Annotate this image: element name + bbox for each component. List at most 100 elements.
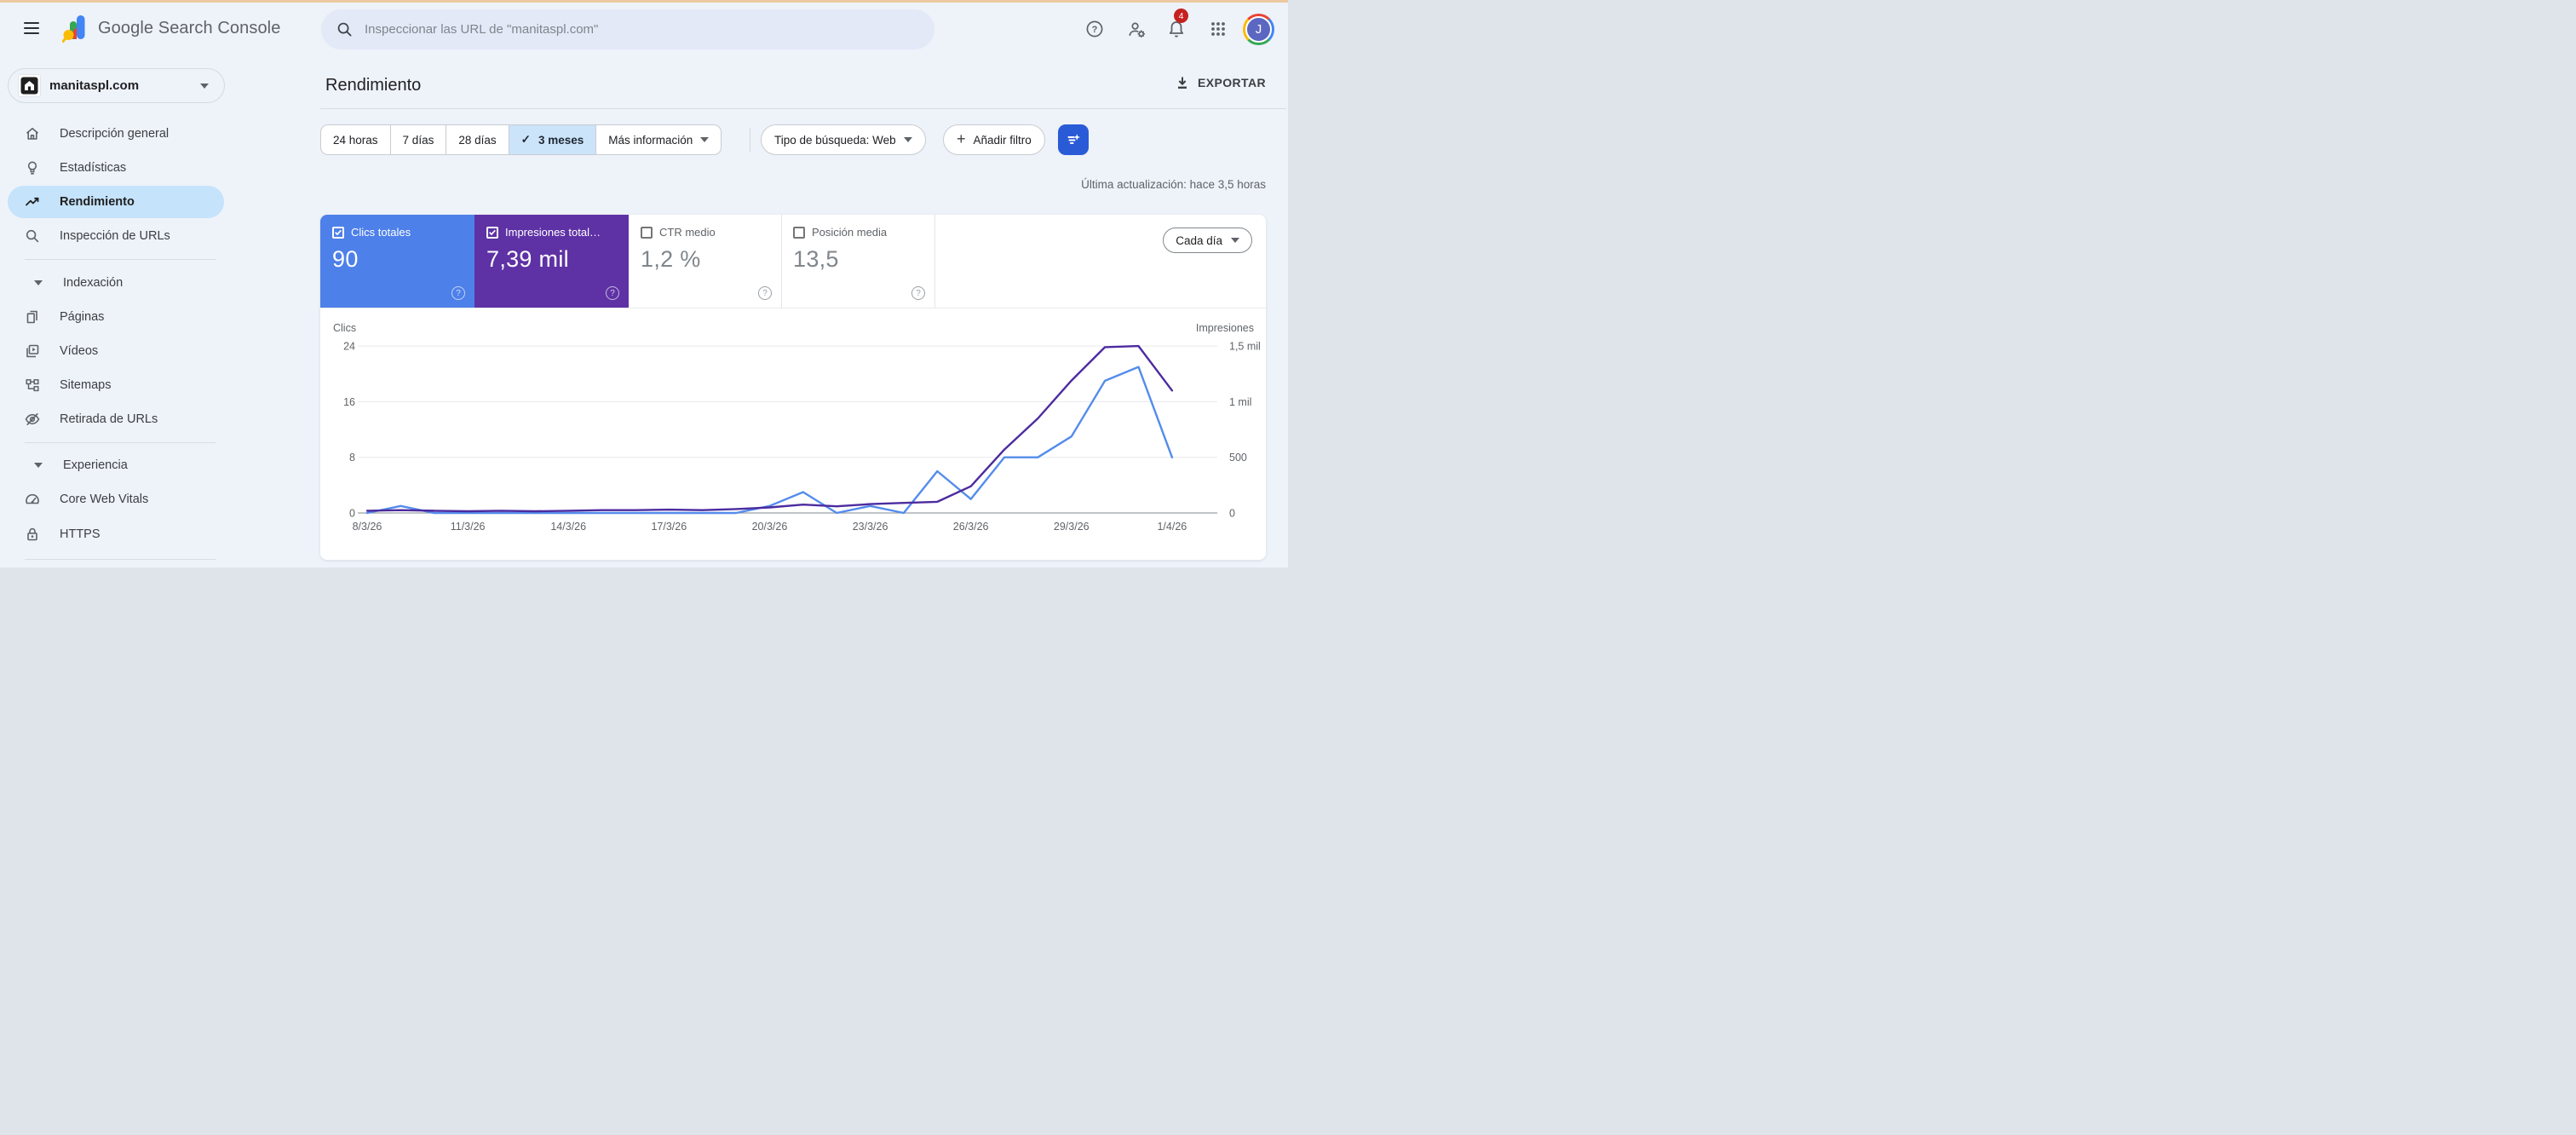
date-filter-24h[interactable]: 24 horas <box>321 125 390 154</box>
user-settings-button[interactable] <box>1119 12 1153 46</box>
svg-text:17/3/26: 17/3/26 <box>651 521 687 533</box>
date-filter-28d[interactable]: 28 días <box>446 125 508 154</box>
svg-text:29/3/26: 29/3/26 <box>1054 521 1090 533</box>
video-library-icon <box>26 344 39 358</box>
search-input[interactable] <box>365 22 893 37</box>
svg-text:1/4/26: 1/4/26 <box>1157 521 1187 533</box>
eye-off-icon <box>25 413 40 425</box>
metric-checkbox-unchecked[interactable] <box>793 226 805 239</box>
metric-divider <box>934 215 935 308</box>
metric-value: 13,5 <box>793 246 839 272</box>
speedometer-icon <box>26 493 39 504</box>
sidebar-item-sitemaps[interactable]: Sitemaps <box>8 369 224 401</box>
search-icon <box>337 22 352 37</box>
search-type-label: Tipo de búsqueda: Web <box>774 133 896 147</box>
granularity-dropdown[interactable]: Cada día <box>1163 228 1252 253</box>
performance-line-chart: 0 0 8 500 16 1 mil 24 1,5 mil 8/3/26 11/3/26 14/3/… <box>333 322 1261 533</box>
sidebar-item-removals[interactable]: Retirada de URLs <box>8 403 224 435</box>
sidebar-item-core-web-vitals[interactable]: Core Web Vitals <box>8 483 224 516</box>
window-top-strip <box>0 0 1288 3</box>
metric-checkbox-unchecked[interactable] <box>641 226 653 239</box>
help-button[interactable]: ? <box>1078 12 1112 46</box>
filter-tune-button[interactable] <box>1058 124 1089 155</box>
apps-grid-icon <box>1211 22 1225 36</box>
sidebar-item-videos[interactable]: Vídeos <box>8 335 224 367</box>
help-icon[interactable]: ? <box>451 286 465 300</box>
property-name: manitaspl.com <box>49 78 140 93</box>
sidebar-item-https[interactable]: HTTPS <box>8 518 224 550</box>
trending-up-icon <box>26 197 39 206</box>
sidebar-item-label: Retirada de URLs <box>60 412 158 426</box>
sidebar-divider <box>25 442 216 443</box>
property-selector[interactable]: manitaspl.com <box>8 68 225 103</box>
metric-value: 1,2 % <box>641 246 701 272</box>
sidebar-section-experience[interactable]: Experiencia <box>8 451 224 480</box>
svg-text:16: 16 <box>343 396 355 408</box>
search-type-filter[interactable]: Tipo de búsqueda: Web <box>761 124 926 155</box>
sidebar-divider <box>25 559 216 560</box>
sidebar-item-label: Estadísticas <box>60 161 127 175</box>
home-icon <box>26 128 39 140</box>
menu-icon[interactable] <box>22 19 41 37</box>
metric-value: 7,39 mil <box>486 246 569 272</box>
metric-checkbox-checked[interactable] <box>332 226 344 239</box>
add-filter-button[interactable]: + Añadir filtro <box>943 124 1045 155</box>
metric-divider <box>781 215 782 308</box>
svg-text:500: 500 <box>1229 452 1247 464</box>
user-gear-icon <box>1128 22 1145 37</box>
notification-badge: 4 <box>1174 9 1188 23</box>
date-filter-3m-selected[interactable]: ✓ 3 meses <box>508 125 596 154</box>
svg-text:11/3/26: 11/3/26 <box>451 521 486 533</box>
svg-text:14/3/26: 14/3/26 <box>550 521 586 533</box>
sidebar-item-performance[interactable]: Rendimiento <box>8 186 224 218</box>
export-button[interactable]: EXPORTAR <box>1175 75 1266 90</box>
help-icon[interactable]: ? <box>911 286 925 300</box>
date-filter-label: Más información <box>608 133 693 147</box>
account-avatar[interactable]: J <box>1243 14 1274 45</box>
notifications-button[interactable]: 4 <box>1159 9 1193 46</box>
metric-card-average-ctr[interactable]: CTR medio 1,2 % ? <box>629 215 781 308</box>
date-filter-label: 3 meses <box>538 133 584 147</box>
apps-grid-button[interactable] <box>1201 12 1235 46</box>
metric-card-total-clicks[interactable]: Clics totales 90 ? <box>320 215 474 308</box>
date-filter-more[interactable]: Más información <box>595 125 721 154</box>
sitemap-icon <box>26 379 39 392</box>
metric-card-total-impressions[interactable]: Impresiones total… 7,39 mil ? <box>474 215 629 308</box>
metric-card-average-position[interactable]: Posición media 13,5 ? <box>781 215 934 308</box>
sidebar-item-overview[interactable]: Descripción general <box>8 118 224 150</box>
svg-text:23/3/26: 23/3/26 <box>853 521 888 533</box>
sidebar-item-url-inspection[interactable]: Inspección de URLs <box>8 220 224 252</box>
sidebar-item-label: Inspección de URLs <box>60 229 170 243</box>
chevron-down-icon <box>903 137 912 142</box>
sidebar-item-pages[interactable]: Páginas <box>8 301 224 333</box>
header-divider <box>320 108 1286 109</box>
section-label: Experiencia <box>63 458 128 472</box>
section-label: Indexación <box>63 276 124 290</box>
help-icon[interactable]: ? <box>758 286 772 300</box>
performance-report-card: Clics totales 90 ? Impresiones total… 7,… <box>320 215 1266 560</box>
url-inspection-searchbox[interactable] <box>321 9 934 49</box>
metric-checkbox-checked[interactable] <box>486 226 498 239</box>
search-console-logo-icon[interactable] <box>62 14 89 43</box>
date-filter-7d[interactable]: 7 días <box>389 125 446 154</box>
plus-icon: + <box>957 130 966 147</box>
sidebar-item-label: Vídeos <box>60 344 99 358</box>
chevron-down-icon <box>200 83 209 89</box>
help-icon[interactable]: ? <box>606 286 619 300</box>
sidebar-item-label: HTTPS <box>60 527 101 541</box>
chevron-down-icon <box>700 137 710 142</box>
svg-text:?: ? <box>1092 25 1098 35</box>
sidebar-section-indexing[interactable]: Indexación <box>8 268 224 297</box>
avatar-initial: J <box>1245 16 1272 43</box>
svg-text:0: 0 <box>1229 508 1235 520</box>
granularity-label: Cada día <box>1176 233 1222 247</box>
export-label: EXPORTAR <box>1198 76 1266 89</box>
product-name[interactable]: Google Search Console <box>98 19 280 38</box>
sidebar-item-label: Descripción general <box>60 127 170 141</box>
chevron-down-icon <box>1231 238 1239 243</box>
check-icon: ✓ <box>520 133 531 146</box>
help-icon: ? <box>1086 20 1103 37</box>
chevron-down-icon <box>34 463 43 468</box>
sidebar-item-label: Rendimiento <box>60 195 135 209</box>
sidebar-item-insights[interactable]: Estadísticas <box>8 152 224 184</box>
